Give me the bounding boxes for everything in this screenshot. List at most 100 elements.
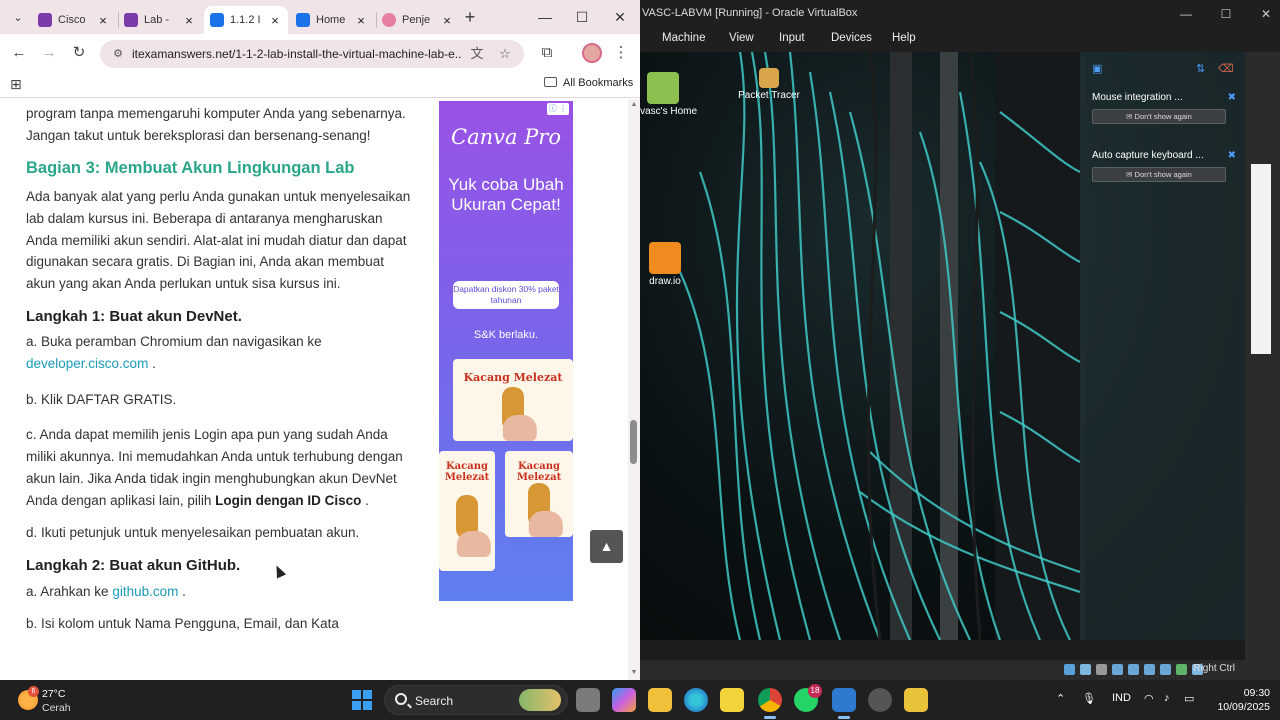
vbox-title: VASC-LABVM [Running] - Oracle VirtualBox bbox=[642, 7, 858, 19]
chrome-icon[interactable] bbox=[758, 688, 782, 719]
ad-brand: Canva Pro bbox=[451, 125, 561, 149]
tab-lab[interactable]: Lab - × bbox=[118, 6, 202, 34]
notification-title: Auto capture keyboard ... bbox=[1092, 150, 1204, 161]
sticky-notes-icon[interactable] bbox=[720, 688, 744, 712]
desktop-icon-drawio[interactable]: draw.io bbox=[640, 242, 700, 287]
vbox-maximize-button[interactable]: ☐ bbox=[1212, 4, 1240, 24]
extensions-icon[interactable]: ⧉ bbox=[536, 42, 558, 64]
rack-rail bbox=[890, 52, 912, 640]
dismiss-notification-icon[interactable]: ✖ bbox=[1228, 92, 1236, 103]
taskbar-search[interactable]: Search bbox=[384, 685, 568, 715]
notification-clear-icon[interactable]: ⌫ bbox=[1218, 62, 1234, 75]
virtualbox-icon[interactable] bbox=[832, 688, 856, 719]
scroll-up-arrow[interactable]: ▲ bbox=[628, 100, 640, 110]
scrollbar-thumb[interactable] bbox=[630, 420, 637, 464]
close-window-button[interactable]: ✕ bbox=[605, 6, 635, 28]
weather-widget[interactable]: 6 27°C Cerah bbox=[16, 686, 106, 716]
close-tab-icon[interactable]: × bbox=[354, 13, 368, 28]
system-clock[interactable]: 09:30 10/09/2025 bbox=[1208, 686, 1270, 714]
display-icon[interactable] bbox=[1160, 664, 1171, 675]
shared-folders-icon[interactable] bbox=[1144, 664, 1155, 675]
start-button[interactable] bbox=[352, 690, 372, 710]
site-info-icon[interactable]: ⚙ bbox=[110, 46, 126, 62]
guest-desktop[interactable]: devasc's Home Packet Tracer draw.io ▣ ⇅ … bbox=[640, 52, 1245, 640]
tab-home[interactable]: Home × bbox=[290, 6, 374, 34]
profile-avatar[interactable] bbox=[582, 43, 602, 63]
menu-input[interactable]: Input bbox=[779, 32, 805, 44]
volume-icon[interactable]: ♪ bbox=[1164, 692, 1170, 704]
snipping-icon[interactable] bbox=[904, 688, 928, 712]
audio-icon[interactable] bbox=[1096, 664, 1107, 675]
button-label: Don't show again bbox=[1134, 170, 1192, 179]
new-tab-button[interactable]: + bbox=[460, 6, 480, 28]
ad-headline: Yuk coba Ubah Ukuran Cepat! bbox=[448, 175, 564, 214]
translate-icon[interactable]: 文 bbox=[468, 45, 486, 63]
devnet-link[interactable]: developer.cisco.com bbox=[26, 356, 148, 371]
close-tab-icon[interactable]: × bbox=[268, 13, 282, 28]
ad-terms: S&K berlaku. bbox=[473, 329, 539, 341]
button-label: Don't show again bbox=[1134, 112, 1192, 121]
scrollbar[interactable] bbox=[628, 99, 640, 680]
usb-icon[interactable] bbox=[1128, 664, 1139, 675]
hdd-icon[interactable] bbox=[1064, 664, 1075, 675]
close-tab-icon[interactable]: × bbox=[440, 13, 454, 28]
desktop-icon-packet-tracer[interactable]: Packet Tracer bbox=[734, 68, 804, 101]
obs-icon[interactable] bbox=[868, 688, 892, 712]
all-bookmarks-button[interactable]: All Bookmarks bbox=[544, 77, 633, 89]
close-tab-icon[interactable]: × bbox=[96, 13, 110, 28]
scroll-down-arrow[interactable]: ▼ bbox=[628, 668, 640, 678]
optical-drive-icon[interactable] bbox=[1080, 664, 1091, 675]
bookmark-star-icon[interactable]: ☆ bbox=[496, 45, 514, 63]
vbox-minimize-button[interactable]: — bbox=[1172, 4, 1200, 24]
host-key-label: Right Ctrl bbox=[1193, 663, 1235, 674]
vbox-close-button[interactable]: ✕ bbox=[1252, 4, 1280, 24]
cable bbox=[698, 171, 762, 640]
microphone-icon[interactable]: 🎙 bbox=[1082, 692, 1096, 705]
step1-c: c. Anda dapat memilih jenis Login apa pu… bbox=[26, 424, 416, 511]
rack-rail bbox=[940, 52, 958, 640]
ad-product-card: Kacang Melezat bbox=[505, 451, 573, 537]
maximize-button[interactable]: ☐ bbox=[567, 6, 597, 28]
dont-show-again-button[interactable]: ✉ Don't show again bbox=[1092, 167, 1226, 182]
forward-button[interactable]: → bbox=[38, 42, 60, 64]
recording-icon[interactable] bbox=[1176, 664, 1187, 675]
back-button[interactable]: ← bbox=[8, 42, 30, 64]
file-explorer-icon[interactable] bbox=[648, 688, 672, 712]
copilot-icon[interactable] bbox=[612, 688, 636, 712]
ad-card-title: Kacang Melezat bbox=[444, 461, 490, 483]
tab-cisco[interactable]: Cisco × bbox=[32, 6, 116, 34]
tab-penje[interactable]: Penje × bbox=[376, 6, 460, 34]
task-view-icon[interactable] bbox=[576, 688, 600, 712]
menu-help[interactable]: Help bbox=[892, 32, 916, 44]
dismiss-notification-icon[interactable]: ✖ bbox=[1228, 150, 1236, 161]
menu-view[interactable]: View bbox=[729, 32, 754, 44]
minimize-button[interactable]: — bbox=[530, 6, 560, 28]
tab-1-1-2[interactable]: 1.1.2 I × bbox=[204, 6, 288, 34]
show-hidden-icons[interactable]: ⌃ bbox=[1056, 692, 1065, 705]
battery-icon[interactable]: ▭ bbox=[1184, 692, 1194, 705]
scroll-to-top-button[interactable]: ▲ bbox=[590, 530, 623, 563]
wifi-icon[interactable]: ◠ bbox=[1144, 692, 1154, 705]
all-bookmarks-label: All Bookmarks bbox=[563, 77, 634, 89]
apps-grid-icon[interactable]: ⊞ bbox=[10, 76, 22, 93]
canva-ad-banner[interactable]: ⓘ ⋮ Canva Pro Yuk coba Ubah Ukuran Cepat… bbox=[439, 101, 573, 601]
menu-machine[interactable]: Machine bbox=[662, 32, 705, 44]
ad-choices-icon[interactable]: ⓘ ⋮ bbox=[547, 103, 569, 115]
reload-button[interactable]: ↻ bbox=[68, 42, 90, 64]
menu-devices[interactable]: Devices bbox=[831, 32, 872, 44]
close-tab-icon[interactable]: × bbox=[182, 13, 196, 28]
url-text[interactable]: itexamanswers.net/1-1-2-lab-install-the-… bbox=[132, 47, 462, 61]
network-icon[interactable] bbox=[1112, 664, 1123, 675]
section-heading: Bagian 3: Membuat Akun Lingkungan Lab bbox=[26, 159, 355, 178]
chrome-menu-icon[interactable]: ⋮ bbox=[610, 42, 632, 64]
edge-icon[interactable] bbox=[684, 688, 708, 712]
notification-chat-icon[interactable]: ▣ bbox=[1092, 62, 1102, 75]
dont-show-again-button[interactable]: ✉ Don't show again bbox=[1092, 109, 1226, 124]
desktop-icon-home[interactable]: devasc's Home bbox=[640, 72, 698, 117]
lab-favicon-icon bbox=[124, 13, 138, 27]
notification-sort-icon[interactable]: ⇅ bbox=[1196, 62, 1205, 75]
tab-search-button[interactable]: ⌄ bbox=[8, 8, 28, 28]
address-bar[interactable]: ⚙ itexamanswers.net/1-1-2-lab-install-th… bbox=[100, 40, 524, 68]
language-indicator[interactable]: IND bbox=[1112, 692, 1131, 704]
github-link[interactable]: github.com bbox=[112, 584, 178, 599]
